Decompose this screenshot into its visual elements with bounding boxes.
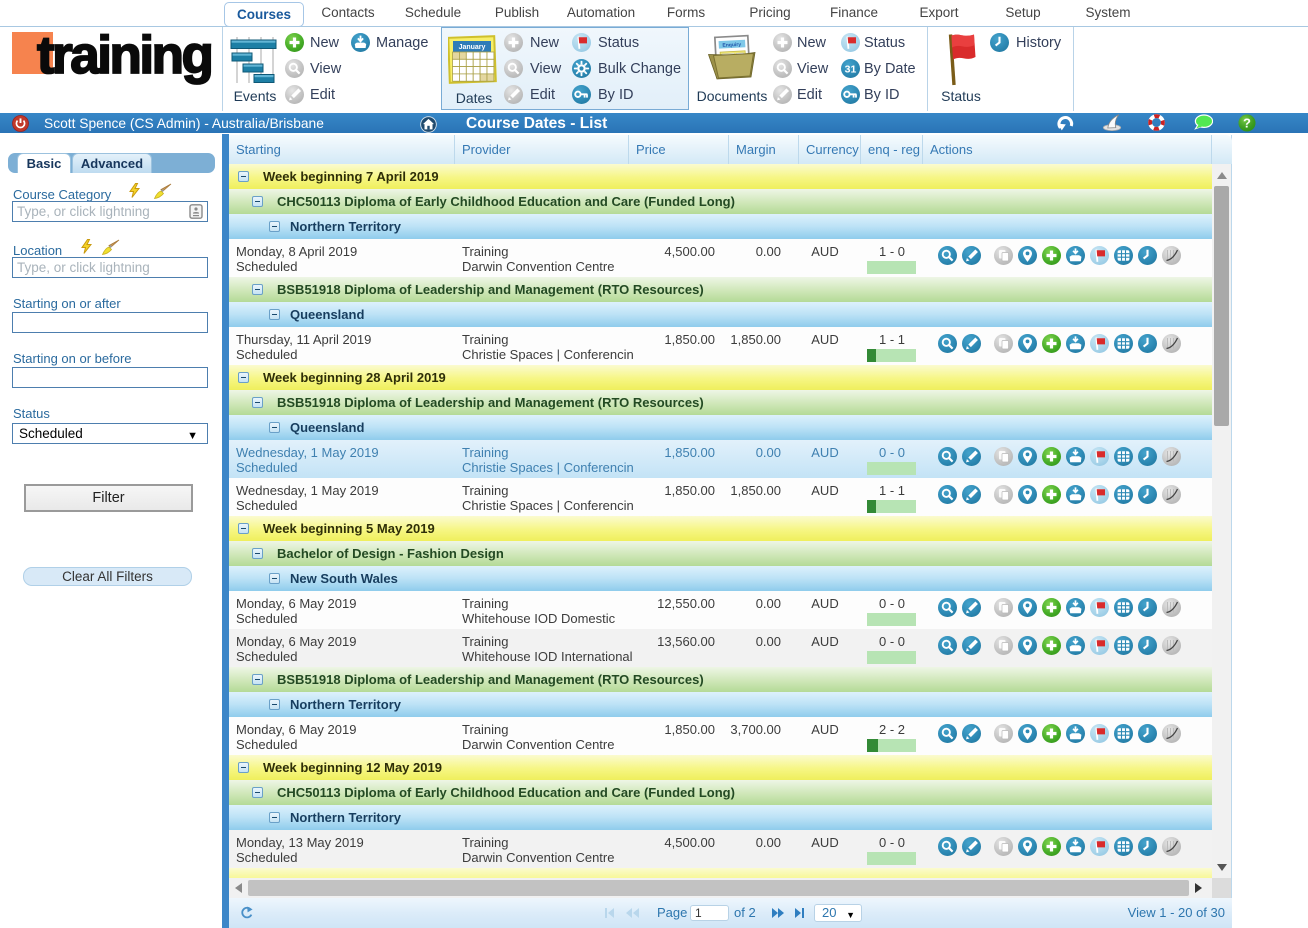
svg-text:31: 31: [844, 63, 856, 75]
svg-text:January: January: [459, 44, 486, 51]
svg-text:Enquiry: Enquiry: [722, 42, 741, 49]
svg-text:?: ?: [1243, 116, 1251, 131]
